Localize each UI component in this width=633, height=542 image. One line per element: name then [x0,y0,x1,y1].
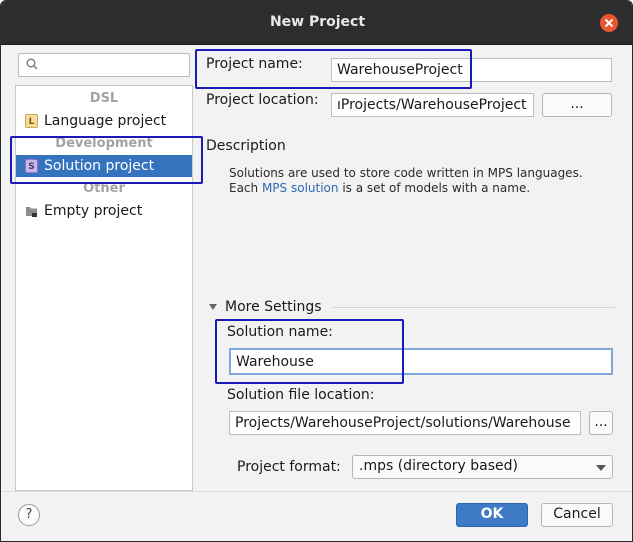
solution-file-location-field[interactable]: Projects/WarehouseProject/solutions/Ware… [229,411,581,435]
description-text: Solutions are used to store code written… [229,166,619,196]
solution-project-icon: S [25,159,38,173]
project-format-label: Project format: [237,459,341,475]
solution-file-location-browse-button[interactable]: ... [589,411,613,435]
description-line-2-suffix: is a set of models with a name. [338,181,531,195]
description-line-2-prefix: Each [229,181,262,195]
chevron-down-icon [209,304,217,310]
dialog-title: New Project [269,14,366,30]
language-project-icon: L [25,114,38,128]
more-settings-toggle[interactable]: More Settings [209,299,322,315]
description-header: Description [206,138,286,154]
ok-button[interactable]: OK [456,503,528,527]
group-label-other: Other [83,181,125,196]
project-location-browse-button[interactable]: ... [542,93,612,117]
solution-name-label: Solution name: [227,324,333,340]
divider [333,307,615,308]
list-item-label: Solution project [44,158,155,174]
project-format-value: .mps (directory based) [359,458,518,474]
project-format-select[interactable]: .mps (directory based) [352,455,613,479]
help-button[interactable]: ? [18,504,40,526]
empty-project-icon [26,207,37,217]
description-line-1: Solutions are used to store code written… [229,166,583,180]
project-type-list: DSL L Language project Development S Sol… [15,85,193,491]
list-item-label: Language project [44,113,167,129]
search-icon [26,58,38,70]
dropdown-arrow-icon [596,465,606,471]
mps-solution-link[interactable]: MPS solution [262,181,339,195]
close-icon[interactable] [600,14,618,32]
title-bar[interactable]: New Project [1,1,632,45]
footer-divider [1,491,632,492]
search-input[interactable] [18,53,190,77]
project-name-label: Project name: [206,56,303,72]
list-item-solution-project[interactable]: S Solution project [16,155,192,177]
cancel-button[interactable]: Cancel [541,503,613,527]
list-item-label: Empty project [44,203,143,219]
description-line-2: Each MPS solution is a set of models wit… [229,181,619,196]
project-location-field[interactable]: ıProjects/WarehouseProject [331,93,534,117]
solution-file-location-label: Solution file location: [227,387,375,403]
list-item-language-project[interactable]: L Language project [16,110,192,132]
group-label-development: Development [55,136,153,151]
list-item-empty-project[interactable]: Empty project [16,200,192,222]
group-label-dsl: DSL [89,91,119,106]
project-name-field[interactable]: WarehouseProject [331,58,612,82]
project-location-label: Project location: [206,92,319,108]
solution-name-field[interactable]: Warehouse [229,348,613,375]
new-project-dialog: New Project DSL L Language project Devel… [0,0,633,542]
more-settings-label: More Settings [225,299,322,315]
